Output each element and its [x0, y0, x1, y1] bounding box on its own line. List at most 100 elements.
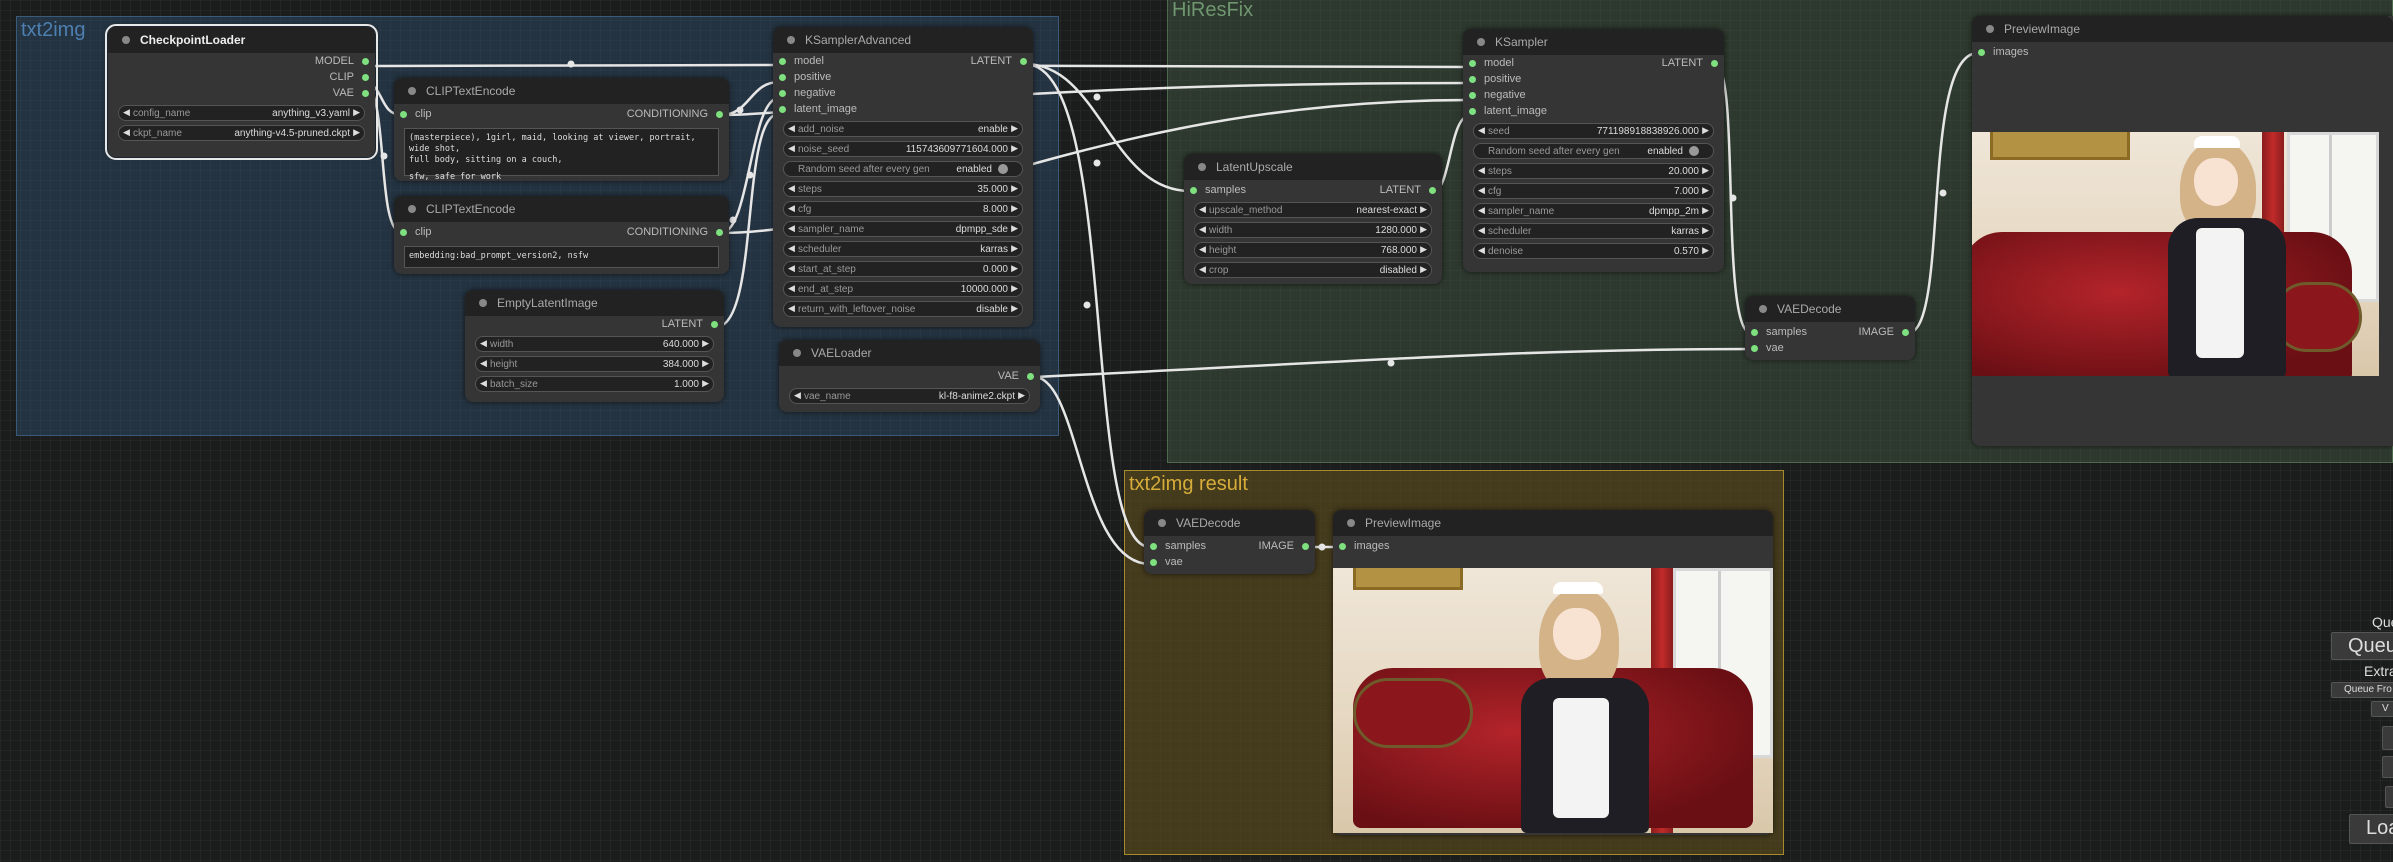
widget-end-at-step[interactable]: ◀ end_at_step 10000.000 ▶ [783, 281, 1023, 297]
widget-upscale-method[interactable]: ◀ upscale_method nearest-exact ▶ [1194, 202, 1432, 218]
output-clip[interactable]: CLIP [108, 69, 375, 85]
widget-ckpt-name[interactable]: ◀ ckpt_name anything-v4.5-pruned.ckpt ▶ [118, 125, 365, 141]
clear-button[interactable] [2385, 786, 2393, 808]
node-ksampler[interactable]: KSampler model LATENT positive negative … [1463, 29, 1724, 272]
widget-random-seed-toggle[interactable]: Random seed after every gen enabled [1473, 143, 1714, 159]
widget-start-at-step[interactable]: ◀ start_at_step 0.000 ▶ [783, 261, 1023, 277]
prompt-textarea[interactable]: (masterpiece), 1girl, maid, looking at v… [404, 128, 719, 182]
node-title[interactable]: CLIPTextEncode [394, 78, 729, 104]
slot-row[interactable]: samples LATENT [1184, 182, 1442, 198]
collapse-dot[interactable] [793, 349, 801, 357]
save-button[interactable] [2382, 726, 2393, 750]
node-title[interactable]: CLIPTextEncode [394, 196, 729, 222]
load-button[interactable]: Loa [2349, 814, 2393, 844]
input-images[interactable]: images [1333, 538, 1773, 554]
widget-batch-size[interactable]: ◀ batch_size 1.000 ▶ [475, 376, 714, 392]
node-vae-decode-result[interactable]: VAEDecode samples IMAGE vae [1144, 510, 1315, 574]
widget-width[interactable]: ◀ width 1280.000 ▶ [1194, 222, 1432, 238]
widget-denoise[interactable]: ◀ denoise 0.570 ▶ [1473, 243, 1714, 259]
collapse-dot[interactable] [1347, 519, 1355, 527]
node-vae-loader[interactable]: VAELoader VAE ◀ vae_name kl-f8-anime2.ckpt… [779, 340, 1040, 412]
widget-sampler-name[interactable]: ◀ sampler_name dpmpp_2m ▶ [1473, 203, 1714, 219]
collapse-dot[interactable] [1477, 38, 1485, 46]
history-button[interactable] [2382, 756, 2393, 778]
collapse-dot[interactable] [787, 36, 795, 44]
queue-prompt-button[interactable]: Queu [2331, 632, 2393, 660]
node-clip-text-encode-positive[interactable]: CLIPTextEncode clip CONDITIONING (master… [394, 78, 729, 182]
input-images[interactable]: images [1972, 44, 2393, 60]
node-title[interactable]: KSampler [1463, 29, 1724, 55]
node-ksampler-advanced[interactable]: KSamplerAdvanced model LATENT positive n… [773, 27, 1033, 327]
widget-steps[interactable]: ◀ steps 35.000 ▶ [783, 181, 1023, 197]
output-vae[interactable]: VAE [779, 368, 1040, 384]
input-positive[interactable]: positive [1463, 71, 1724, 87]
collapse-dot[interactable] [1198, 163, 1206, 171]
collapse-dot[interactable] [479, 299, 487, 307]
widget-height[interactable]: ◀ height 768.000 ▶ [1194, 242, 1432, 258]
collapse-dot[interactable] [122, 36, 130, 44]
slot-row[interactable]: clip CONDITIONING [394, 224, 729, 240]
widget-random-seed-toggle[interactable]: Random seed after every gen enabled [783, 161, 1023, 177]
preview-image[interactable] [1333, 568, 1773, 833]
node-title[interactable]: VAELoader [779, 340, 1040, 366]
collapse-dot[interactable] [408, 205, 416, 213]
widget-seed[interactable]: ◀ seed 771198918838926.000 ▶ [1473, 123, 1714, 139]
widget-scheduler[interactable]: ◀ scheduler karras ▶ [783, 241, 1023, 257]
input-latent-image[interactable]: latent_image [773, 101, 1033, 117]
prompt-textarea[interactable]: embedding:bad_prompt_version2, nsfw [404, 246, 719, 268]
widget-scheduler[interactable]: ◀ scheduler karras ▶ [1473, 223, 1714, 239]
input-latent-image[interactable]: latent_image [1463, 103, 1724, 119]
node-latent-upscale[interactable]: LatentUpscale samples LATENT ◀ upscale_me… [1184, 154, 1442, 284]
node-vae-decode-hires[interactable]: VAEDecode samples IMAGE vae [1745, 296, 1915, 360]
slot-row[interactable]: samples IMAGE [1144, 538, 1315, 554]
node-preview-image-hires[interactable]: PreviewImage images [1972, 16, 2393, 446]
slot-row[interactable]: clip CONDITIONING [394, 106, 729, 122]
input-negative[interactable]: negative [773, 85, 1033, 101]
widget-noise-seed[interactable]: ◀ noise_seed 115743609771604.000 ▶ [783, 141, 1023, 157]
collapse-dot[interactable] [408, 87, 416, 95]
view-button[interactable]: V [2371, 701, 2393, 717]
queue-size-label: Queu [2372, 614, 2393, 630]
input-vae[interactable]: vae [1144, 554, 1315, 570]
output-model[interactable]: MODEL [108, 53, 375, 69]
collapse-dot[interactable] [1158, 519, 1166, 527]
group-title: HiResFix [1172, 0, 1254, 21]
node-title[interactable]: VAEDecode [1144, 510, 1315, 536]
slot-row[interactable]: model LATENT [773, 53, 1033, 69]
widget-height[interactable]: ◀ height 384.000 ▶ [475, 356, 714, 372]
node-title[interactable]: PreviewImage [1972, 16, 2393, 42]
input-vae[interactable]: vae [1745, 340, 1915, 356]
output-latent[interactable]: LATENT [465, 316, 724, 332]
node-title[interactable]: PreviewImage [1333, 510, 1773, 536]
widget-vae-name[interactable]: ◀ vae_name kl-f8-anime2.ckpt ▶ [789, 388, 1030, 404]
preview-image[interactable] [1972, 132, 2379, 376]
node-clip-text-encode-negative[interactable]: CLIPTextEncode clip CONDITIONING embeddi… [394, 196, 729, 274]
widget-config-name[interactable]: ◀ config_name anything_v3.yaml ▶ [118, 105, 365, 121]
widget-cfg[interactable]: ◀ cfg 8.000 ▶ [783, 201, 1023, 217]
widget-sampler-name[interactable]: ◀ sampler_name dpmpp_sde ▶ [783, 221, 1023, 237]
extra-options-label: Extra [2364, 663, 2393, 679]
node-preview-image-result[interactable]: PreviewImage images [1333, 510, 1773, 835]
output-vae[interactable]: VAE [108, 85, 375, 101]
slot-row[interactable]: model LATENT [1463, 55, 1724, 71]
widget-crop[interactable]: ◀ crop disabled ▶ [1194, 262, 1432, 278]
node-empty-latent-image[interactable]: EmptyLatentImage LATENT ◀ width 640.000 ▶ ◀… [465, 290, 724, 402]
queue-front-button[interactable]: Queue Fro [2331, 682, 2393, 698]
node-title[interactable]: VAEDecode [1745, 296, 1915, 322]
widget-steps[interactable]: ◀ steps 20.000 ▶ [1473, 163, 1714, 179]
toggle-knob [1689, 146, 1699, 156]
widget-add-noise[interactable]: ◀ add_noise enable ▶ [783, 121, 1023, 137]
node-checkpoint-loader[interactable]: CheckpointLoader MODEL CLIP VAE ◀ config_… [105, 24, 378, 160]
collapse-dot[interactable] [1986, 25, 1994, 33]
widget-cfg[interactable]: ◀ cfg 7.000 ▶ [1473, 183, 1714, 199]
node-title[interactable]: KSamplerAdvanced [773, 27, 1033, 53]
slot-row[interactable]: samples IMAGE [1745, 324, 1915, 340]
collapse-dot[interactable] [1759, 305, 1767, 313]
input-negative[interactable]: negative [1463, 87, 1724, 103]
widget-return-with-leftover-noise[interactable]: ◀ return_with_leftover_noise disable ▶ [783, 301, 1023, 317]
node-title[interactable]: EmptyLatentImage [465, 290, 724, 316]
node-title[interactable]: CheckpointLoader [108, 27, 375, 53]
widget-width[interactable]: ◀ width 640.000 ▶ [475, 336, 714, 352]
input-positive[interactable]: positive [773, 69, 1033, 85]
node-title[interactable]: LatentUpscale [1184, 154, 1442, 180]
